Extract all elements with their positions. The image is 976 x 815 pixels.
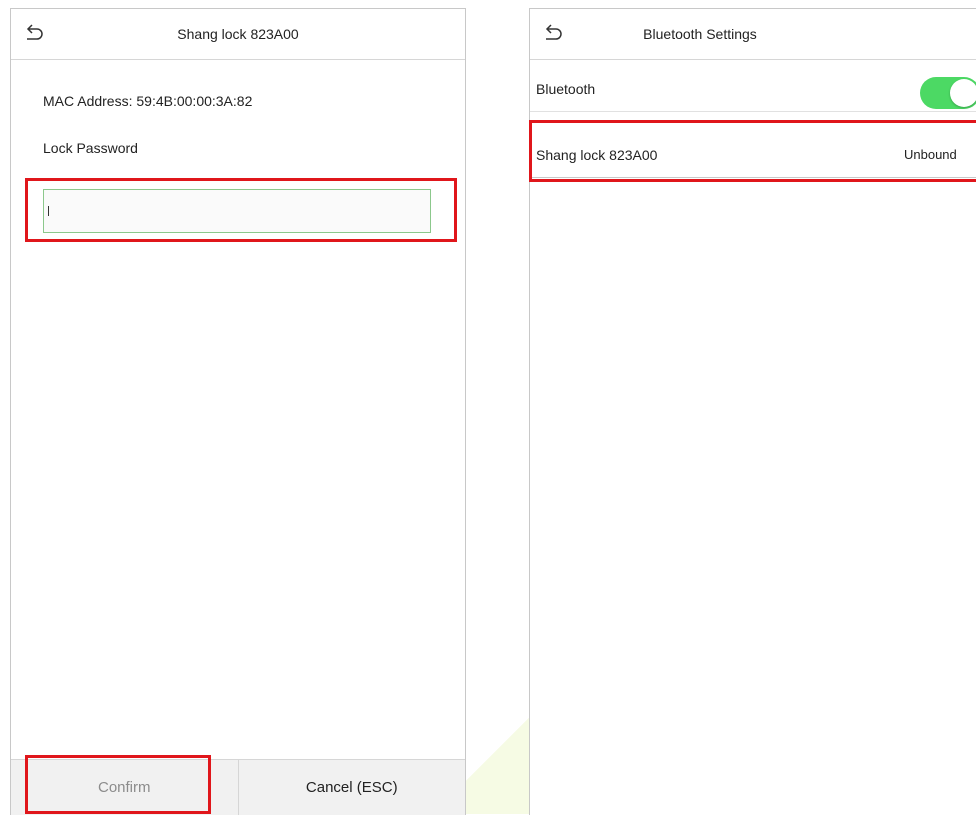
screen-title: Shang lock 823A00	[177, 26, 299, 42]
cancel-button[interactable]: Cancel (ESC)	[238, 760, 465, 815]
action-bar: Confirm Cancel (ESC)	[11, 759, 465, 815]
mac-address-line: MAC Address: 59:4B:00:00:3A:82	[43, 93, 252, 109]
screen-header: Bluetooth Settings	[530, 9, 976, 60]
lock-password-label: Lock Password	[43, 140, 138, 156]
text-caret	[48, 206, 49, 216]
lock-password-screen: Shang lock 823A00 MAC Address: 59:4B:00:…	[10, 8, 466, 815]
bluetooth-toggle[interactable]	[920, 77, 976, 109]
device-status: Unbound	[904, 147, 957, 162]
lock-password-field[interactable]	[43, 189, 431, 233]
mac-address-label: MAC Address:	[43, 93, 133, 109]
mac-address-value: 59:4B:00:00:3A:82	[136, 93, 253, 109]
bluetooth-settings-screen: Bluetooth Settings Bluetooth Shang lock …	[529, 8, 976, 815]
bluetooth-label: Bluetooth	[536, 81, 596, 97]
toggle-knob	[950, 79, 976, 107]
screen-title: Bluetooth Settings	[643, 26, 757, 42]
screen-header: Shang lock 823A00	[11, 9, 465, 60]
device-name: Shang lock 823A00	[536, 147, 658, 163]
bluetooth-row: Bluetooth	[530, 67, 976, 112]
confirm-button[interactable]: Confirm	[11, 760, 239, 815]
device-row[interactable]: Shang lock 823A00 Unbound	[530, 133, 976, 178]
